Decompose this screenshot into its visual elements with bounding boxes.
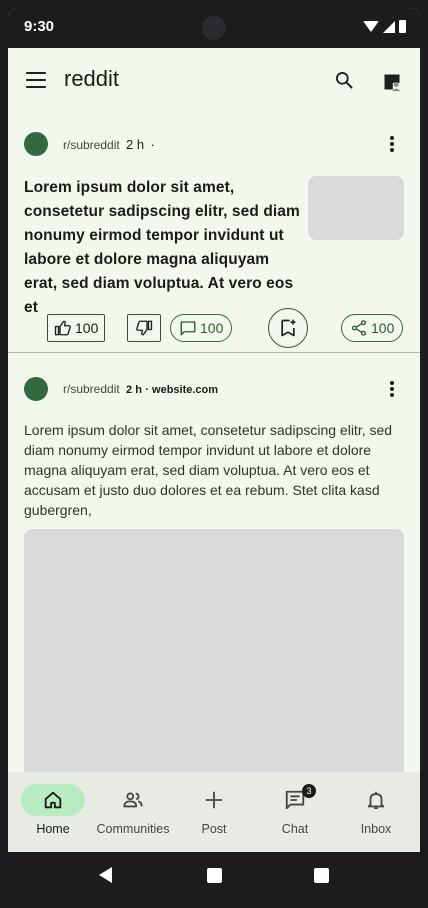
active-indicator xyxy=(21,784,85,816)
subreddit-avatar[interactable] xyxy=(24,132,48,156)
upvote-button[interactable]: 100 xyxy=(47,314,106,342)
nav-label: Communities xyxy=(96,822,170,836)
share-button[interactable]: 100 xyxy=(341,314,404,342)
nav-label: Home xyxy=(36,822,70,836)
battery-icon xyxy=(399,20,406,33)
system-navigation-bar xyxy=(8,852,420,900)
device-frame: 9:30 reddit r/subreddit 2 h · Lorem ipsu… xyxy=(0,0,428,908)
bottom-navigation: Home Communities Post 3 Chat Inbox xyxy=(8,772,420,852)
post-thumbnail[interactable] xyxy=(308,176,404,240)
nav-inbox[interactable]: Inbox xyxy=(335,772,417,852)
comment-count: 100 xyxy=(200,320,224,336)
post-title[interactable]: Lorem ipsum dolor sit amet, consetetur s… xyxy=(24,176,304,320)
subreddit-avatar[interactable] xyxy=(24,377,48,401)
nav-label: Inbox xyxy=(360,822,392,836)
post-age: 2 h xyxy=(126,137,145,152)
nav-chat[interactable]: 3 Chat xyxy=(254,772,336,852)
more-options-icon[interactable] xyxy=(388,136,396,154)
thumb-down-icon xyxy=(136,320,153,336)
post-meta: r/subreddit 2 h · xyxy=(63,137,155,152)
app-title: reddit xyxy=(64,66,120,91)
post-image[interactable] xyxy=(24,529,404,789)
nav-label: Chat xyxy=(281,822,309,836)
bookmark-add-icon xyxy=(281,319,296,337)
upvote-count: 100 xyxy=(75,320,99,336)
home-icon xyxy=(44,791,62,809)
menu-icon[interactable] xyxy=(26,72,46,88)
save-button[interactable] xyxy=(268,308,308,348)
post-body[interactable]: Lorem ipsum dolor sit amet, consetetur s… xyxy=(24,420,408,520)
bell-icon xyxy=(367,791,385,810)
search-icon[interactable] xyxy=(334,70,354,90)
status-icons xyxy=(363,20,406,33)
share-icon xyxy=(351,320,367,336)
communities-icon xyxy=(123,792,143,808)
nav-home[interactable]: Home xyxy=(12,772,94,852)
downvote-button[interactable] xyxy=(127,314,161,342)
post-meta: r/subreddit 2 h · website.com xyxy=(63,382,218,396)
comment-icon xyxy=(180,321,196,336)
post-card[interactable]: r/subreddit 2 h · website.com Lorem ipsu… xyxy=(8,353,420,789)
post-age: 2 h xyxy=(126,384,142,396)
post-site[interactable]: · website.com xyxy=(145,384,218,396)
nav-communities[interactable]: Communities xyxy=(92,772,174,852)
wifi-icon xyxy=(363,21,379,32)
plus-icon xyxy=(205,791,223,809)
post-card[interactable]: r/subreddit 2 h · Lorem ipsum dolor sit … xyxy=(8,112,420,352)
subreddit-name[interactable]: r/subreddit xyxy=(63,382,120,396)
home-button-icon[interactable] xyxy=(207,868,222,883)
cellular-icon xyxy=(383,20,395,33)
more-options-icon[interactable] xyxy=(388,381,396,399)
top-app-bar: reddit xyxy=(8,48,420,112)
subreddit-name[interactable]: r/subreddit xyxy=(63,138,120,152)
post-actions: 100 100 100 xyxy=(8,308,420,348)
back-icon[interactable] xyxy=(99,867,112,883)
account-icon[interactable] xyxy=(382,72,402,92)
comments-button[interactable]: 100 xyxy=(170,314,233,342)
status-time: 9:30 xyxy=(24,18,55,35)
screen: 9:30 reddit r/subreddit 2 h · Lorem ipsu… xyxy=(8,8,420,900)
nav-post[interactable]: Post xyxy=(173,772,255,852)
status-bar: 9:30 xyxy=(8,8,420,48)
chat-badge: 3 xyxy=(302,784,316,798)
share-count: 100 xyxy=(371,320,395,336)
camera-cutout xyxy=(202,16,226,40)
recents-icon[interactable] xyxy=(314,868,329,883)
meta-separator: · xyxy=(150,137,155,152)
thumb-up-icon xyxy=(54,320,71,336)
nav-label: Post xyxy=(201,822,227,836)
